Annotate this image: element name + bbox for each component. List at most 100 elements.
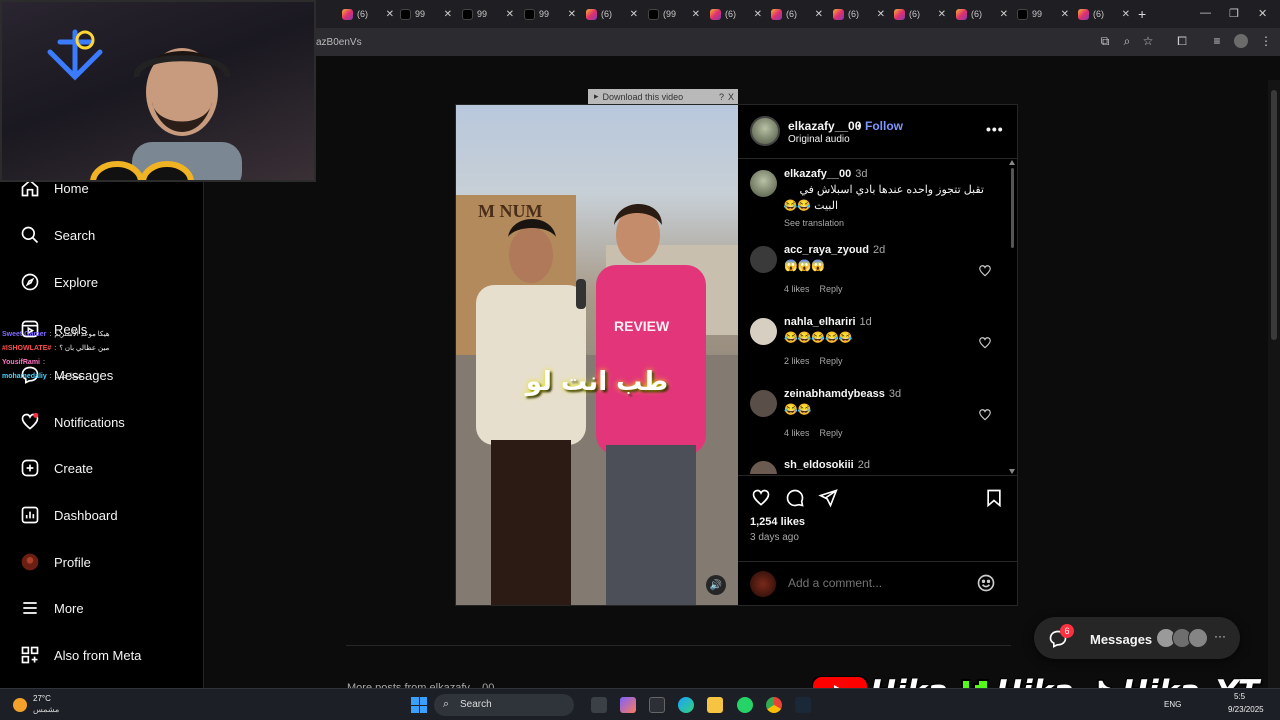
reel-video[interactable]: M NUM REVIEW طب انت لو 🔊 (456, 105, 738, 605)
close-tab-icon[interactable]: ✕ (444, 9, 452, 20)
commenter-username[interactable]: zeinabhamdybeass 3d (784, 388, 901, 400)
browser-tab[interactable]: (6) ✕ (956, 4, 1014, 24)
sidebar-item-dashboard[interactable]: Dashboard (20, 500, 118, 530)
close-tab-icon[interactable]: ✕ (1000, 9, 1008, 20)
page-scrollbar[interactable] (1268, 80, 1280, 688)
clock-time[interactable]: 5:5 (1234, 692, 1245, 701)
browser-tab[interactable]: (6) ✕ (586, 4, 644, 24)
like-comment-icon[interactable] (978, 408, 992, 422)
close-window-button[interactable]: ✕ (1258, 7, 1267, 20)
commenter-avatar[interactable] (750, 318, 777, 345)
download-video-banner[interactable]: ▸ Download this video ? X (588, 89, 738, 104)
minimize-button[interactable]: — (1200, 7, 1211, 19)
reply-button[interactable]: Reply (820, 428, 843, 438)
weather-sun-icon[interactable] (13, 698, 27, 712)
like-icon[interactable] (751, 488, 771, 508)
close-tab-icon[interactable]: ✕ (1122, 9, 1130, 20)
audio-link[interactable]: Original audio (788, 134, 850, 145)
like-comment-icon[interactable] (978, 336, 992, 350)
media-controls-icon[interactable]: ≡ (1210, 34, 1224, 48)
browser-tab[interactable]: 99 ✕ (524, 4, 582, 24)
browser-tab[interactable]: (6) ✕ (894, 4, 952, 24)
extensions-icon[interactable]: ⧠ (1175, 34, 1189, 48)
task-view-icon[interactable] (591, 697, 607, 713)
browser-tab[interactable]: 99 ✕ (462, 4, 520, 24)
commenter-avatar[interactable] (750, 246, 777, 273)
browser-tab[interactable]: (6) ✕ (771, 4, 829, 24)
sidebar-item-search[interactable]: Search (20, 220, 95, 250)
sidebar-item-also-from-meta[interactable]: Also from Meta (20, 640, 141, 670)
clock-date[interactable]: 9/23/2025 (1228, 705, 1264, 714)
close-tab-icon[interactable]: ✕ (568, 9, 576, 20)
steam-icon[interactable] (795, 697, 811, 713)
whatsapp-icon[interactable] (737, 697, 753, 713)
browser-tab[interactable]: (6) ✕ (342, 4, 400, 24)
comment-likes[interactable]: 2 likes (784, 356, 810, 366)
close-tab-icon[interactable]: ✕ (754, 9, 762, 20)
close-tab-icon[interactable]: ✕ (506, 9, 514, 20)
add-comment-input[interactable] (788, 576, 968, 590)
sidebar-item-explore[interactable]: Explore (20, 267, 98, 297)
sidebar-item-profile[interactable]: Profile (20, 547, 91, 577)
browser-tab[interactable]: (6) ✕ (1078, 4, 1136, 24)
close-tab-icon[interactable]: ✕ (877, 9, 885, 20)
weather-description[interactable]: مشمس (33, 705, 59, 714)
help-icon[interactable]: ? (719, 92, 724, 102)
copilot-icon[interactable] (620, 697, 636, 713)
bookmark-icon[interactable] (984, 488, 1004, 508)
reply-button[interactable]: Reply (820, 356, 843, 366)
scrollbar-thumb[interactable] (1271, 90, 1277, 340)
reply-button[interactable]: Reply (820, 284, 843, 294)
comment-likes[interactable]: 4 likes (784, 284, 810, 294)
messages-pill[interactable]: 6 Messages ··· (1034, 617, 1240, 659)
store-icon[interactable] (649, 697, 665, 713)
sidebar-item-more[interactable]: More (20, 593, 84, 623)
follow-button[interactable]: Follow (865, 119, 903, 133)
language-indicator[interactable]: ENG (1164, 700, 1181, 709)
close-tab-icon[interactable]: ✕ (1061, 9, 1069, 20)
commenter-avatar[interactable] (750, 390, 777, 417)
sidebar-item-notifications[interactable]: Notifications (20, 407, 125, 437)
commenter-username[interactable]: nahla_elhariri 1d (784, 316, 872, 328)
comment-icon[interactable] (785, 488, 805, 508)
close-tab-icon[interactable]: ✕ (630, 9, 638, 20)
emoji-icon[interactable] (976, 573, 996, 593)
weather-temperature[interactable]: 27°C (33, 694, 51, 703)
close-tab-icon[interactable]: ✕ (815, 9, 823, 20)
profile-avatar-icon[interactable] (1234, 34, 1248, 48)
author-username[interactable]: elkazafy__00 (788, 119, 861, 133)
taskbar-search[interactable]: ⌕ Search (434, 694, 574, 716)
close-tab-icon[interactable]: ✕ (692, 9, 700, 20)
comments-scrollbar[interactable] (1008, 160, 1016, 474)
comment-likes[interactable]: 4 likes (784, 428, 810, 438)
caption-author[interactable]: elkazafy__00 3d (784, 168, 868, 180)
new-tab-button[interactable]: + (1138, 6, 1146, 22)
mute-button[interactable]: 🔊 (706, 575, 726, 595)
install-app-icon[interactable]: ⧉ (1098, 34, 1112, 48)
scroll-up-arrow[interactable] (1009, 160, 1015, 165)
commenter-username[interactable]: acc_raya_zyoud 2d (784, 244, 885, 256)
browser-tab[interactable]: 99 ✕ (1017, 4, 1075, 24)
like-comment-icon[interactable] (978, 264, 992, 278)
author-avatar[interactable] (750, 116, 780, 146)
caption-author-avatar[interactable] (750, 170, 777, 197)
close-tab-icon[interactable]: ✕ (938, 9, 946, 20)
scroll-down-arrow[interactable] (1009, 469, 1015, 474)
browser-tab[interactable]: (6) ✕ (710, 4, 768, 24)
more-options-button[interactable]: ••• (986, 121, 1004, 137)
download-label[interactable]: Download this video (603, 92, 684, 102)
close-tab-icon[interactable]: ✕ (386, 9, 394, 20)
sidebar-item-create[interactable]: Create (20, 453, 93, 483)
browser-tab[interactable]: (6) ✕ (833, 4, 891, 24)
maximize-button[interactable]: ❐ (1229, 7, 1239, 20)
browser-menu-icon[interactable]: ⋮ (1259, 34, 1273, 48)
browser-tab[interactable]: 99 ✕ (400, 4, 458, 24)
commenter-username[interactable]: sh_eldosokiii 2d (784, 459, 870, 471)
windows-start-icon[interactable] (411, 697, 427, 713)
file-explorer-icon[interactable] (707, 697, 723, 713)
share-icon[interactable] (818, 488, 838, 508)
comments-scroll-thumb[interactable] (1011, 168, 1014, 248)
edge-icon[interactable] (678, 697, 694, 713)
zoom-icon[interactable]: ⌕ (1120, 34, 1134, 48)
url-text[interactable]: azB0enVs (316, 37, 362, 48)
